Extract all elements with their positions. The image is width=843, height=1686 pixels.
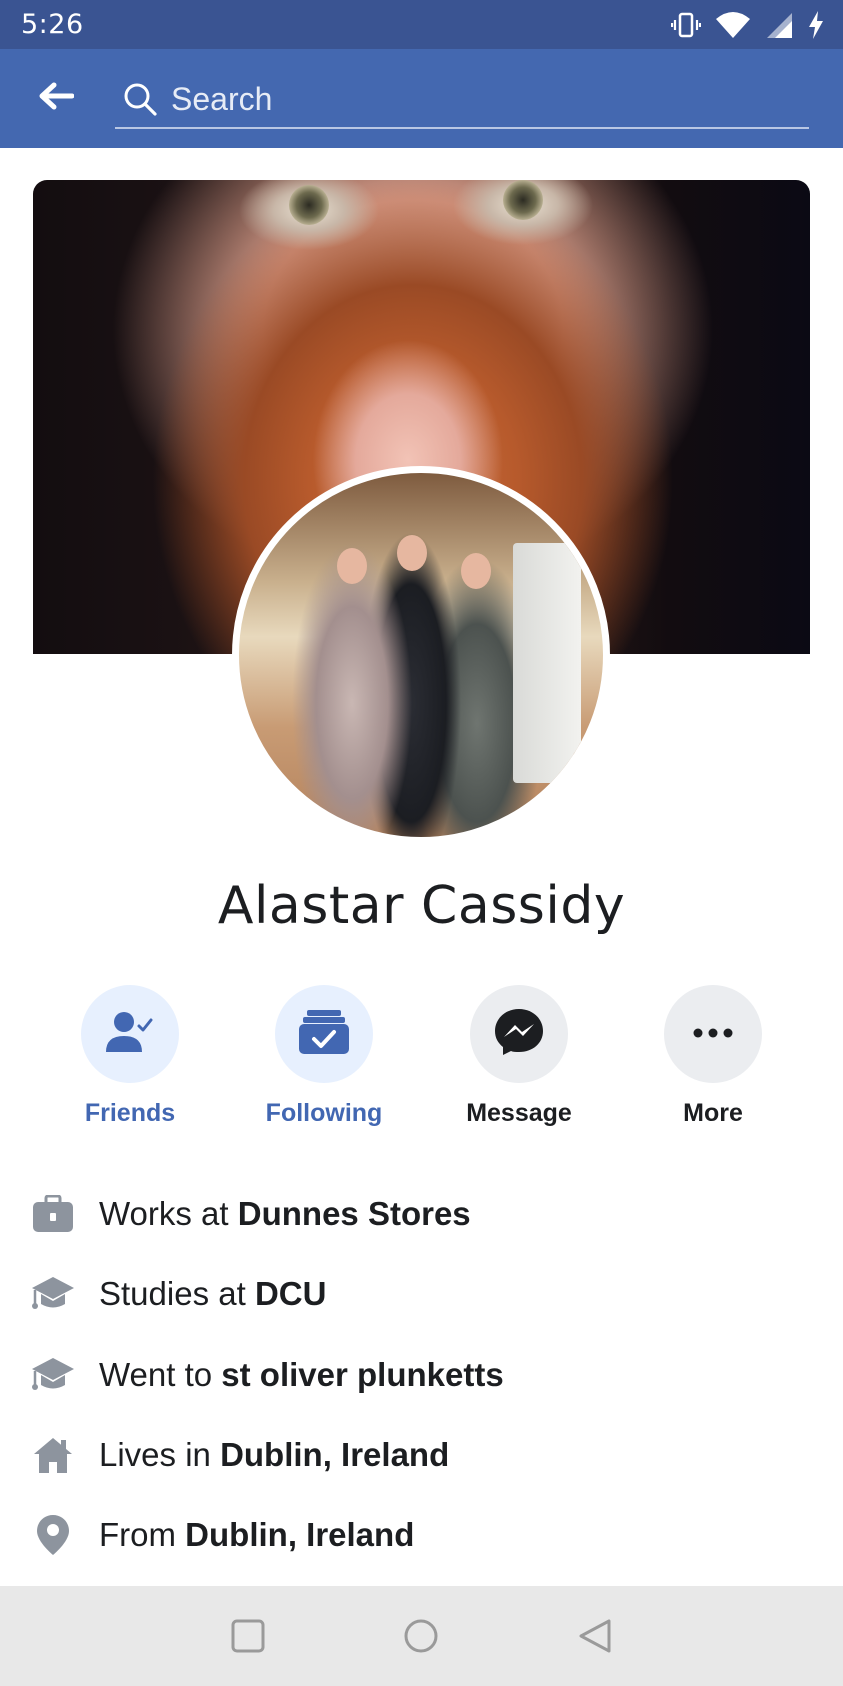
detail-school[interactable]: Went to st oliver plunketts: [0, 1345, 843, 1405]
detail-work-prefix: Works at: [99, 1195, 238, 1232]
detail-studies-text: Studies at DCU: [99, 1275, 326, 1313]
recents-button[interactable]: [226, 1616, 270, 1660]
triangle-back-icon: [578, 1618, 612, 1659]
back-button[interactable]: [34, 76, 78, 120]
search-box[interactable]: [115, 71, 809, 129]
profile-picture-person-left: [337, 548, 367, 584]
detail-work-value: Dunnes Stores: [237, 1195, 471, 1232]
system-nav-bar: [0, 1586, 843, 1686]
detail-school-prefix: Went to: [99, 1356, 222, 1393]
detail-studies-prefix: Studies at: [99, 1275, 255, 1312]
home-icon: [30, 1432, 76, 1478]
detail-work[interactable]: Works at Dunnes Stores: [0, 1184, 843, 1244]
cover-photo-eye-left: [289, 185, 329, 225]
friends-button[interactable]: Friends: [60, 985, 200, 1128]
detail-studies-value: DCU: [254, 1275, 327, 1312]
friends-button-circle: [81, 985, 179, 1083]
following-button[interactable]: Following: [254, 985, 394, 1128]
arrow-left-icon: [38, 81, 75, 116]
friends-icon: [106, 1010, 154, 1059]
message-label: Message: [466, 1099, 572, 1127]
home-button[interactable]: [399, 1616, 443, 1660]
detail-from-text: From Dublin, Ireland: [99, 1516, 414, 1554]
battery-charging-icon: [807, 10, 825, 40]
detail-lives-in-value: Dublin, Ireland: [220, 1436, 450, 1473]
following-button-circle: [275, 985, 373, 1083]
signal-icon: [765, 11, 793, 39]
status-icons: [671, 10, 825, 40]
friends-label: Friends: [84, 1099, 176, 1127]
following-icon: [299, 1008, 349, 1061]
search-icon: [123, 82, 157, 116]
message-button[interactable]: Message: [449, 985, 589, 1128]
status-bar: 5:26: [0, 0, 843, 49]
wifi-icon: [715, 11, 751, 39]
location-pin-icon: [30, 1512, 76, 1558]
app-header: [0, 49, 843, 148]
detail-from[interactable]: From Dublin, Ireland: [0, 1505, 843, 1565]
message-button-circle: [470, 985, 568, 1083]
detail-school-text: Went to st oliver plunketts: [99, 1356, 504, 1394]
detail-from-value: Dublin, Ireland: [185, 1516, 415, 1553]
detail-lives-in-text: Lives in Dublin, Ireland: [99, 1436, 449, 1474]
vibrate-icon: [671, 10, 701, 40]
graduation-cap-icon: [30, 1271, 76, 1317]
square-icon: [231, 1619, 265, 1658]
more-button[interactable]: More: [643, 985, 783, 1128]
cover-photo-eye-right: [503, 180, 543, 220]
detail-from-prefix: From: [99, 1516, 186, 1553]
profile-actions: Friends Following Message More: [0, 985, 843, 1135]
more-icon: [693, 1025, 733, 1043]
more-label: More: [683, 1099, 743, 1127]
messenger-icon: [494, 1007, 544, 1062]
search-input[interactable]: [171, 80, 771, 118]
profile-picture-person-center: [397, 535, 427, 571]
detail-lives-in[interactable]: Lives in Dublin, Ireland: [0, 1425, 843, 1485]
profile-picture-fridge: [513, 543, 581, 783]
profile-name: Alastar Cassidy: [217, 876, 626, 936]
briefcase-icon: [30, 1191, 76, 1237]
graduation-cap-icon: [30, 1352, 76, 1398]
following-label: Following: [265, 1099, 383, 1127]
back-nav-button[interactable]: [573, 1616, 617, 1660]
detail-studies[interactable]: Studies at DCU: [0, 1264, 843, 1324]
status-time: 5:26: [21, 9, 84, 40]
detail-work-text: Works at Dunnes Stores: [99, 1195, 471, 1233]
detail-school-value: st oliver plunketts: [221, 1356, 504, 1393]
profile-picture[interactable]: [232, 466, 610, 844]
profile-picture-person-right: [461, 553, 491, 589]
detail-lives-in-prefix: Lives in: [99, 1436, 221, 1473]
more-button-circle: [664, 985, 762, 1083]
circle-icon: [403, 1618, 439, 1659]
